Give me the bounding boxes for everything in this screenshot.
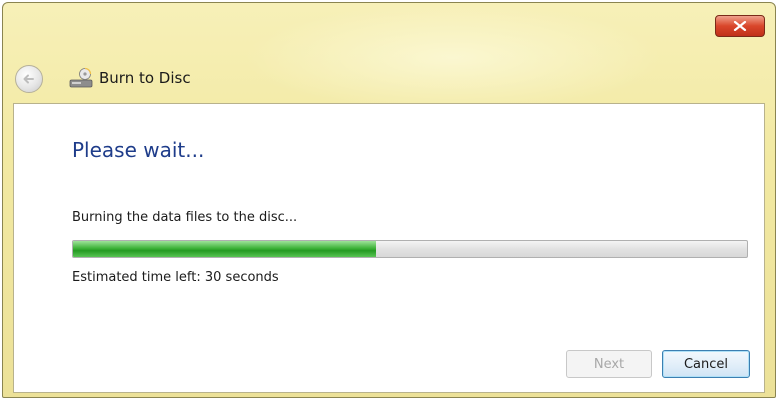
title-bar: Burn to Disc (3, 55, 775, 99)
back-arrow-icon (23, 74, 34, 84)
next-button[interactable]: Next (566, 350, 652, 378)
page-heading: Please wait... (72, 138, 205, 162)
close-icon (733, 21, 747, 31)
content-panel: Please wait... Burning the data files to… (13, 103, 765, 393)
burn-disc-icon (69, 67, 93, 88)
burn-to-disc-window: Burn to Disc Please wait... Burning the … (2, 2, 776, 398)
status-text: Burning the data files to the disc... (72, 210, 298, 225)
progress-bar (72, 240, 748, 258)
back-button[interactable] (15, 65, 43, 93)
close-button[interactable] (715, 15, 765, 37)
progress-fill (73, 241, 377, 257)
cancel-button[interactable]: Cancel (662, 350, 750, 378)
time-left-text: Estimated time left: 30 seconds (72, 270, 279, 285)
window-title: Burn to Disc (99, 69, 191, 87)
